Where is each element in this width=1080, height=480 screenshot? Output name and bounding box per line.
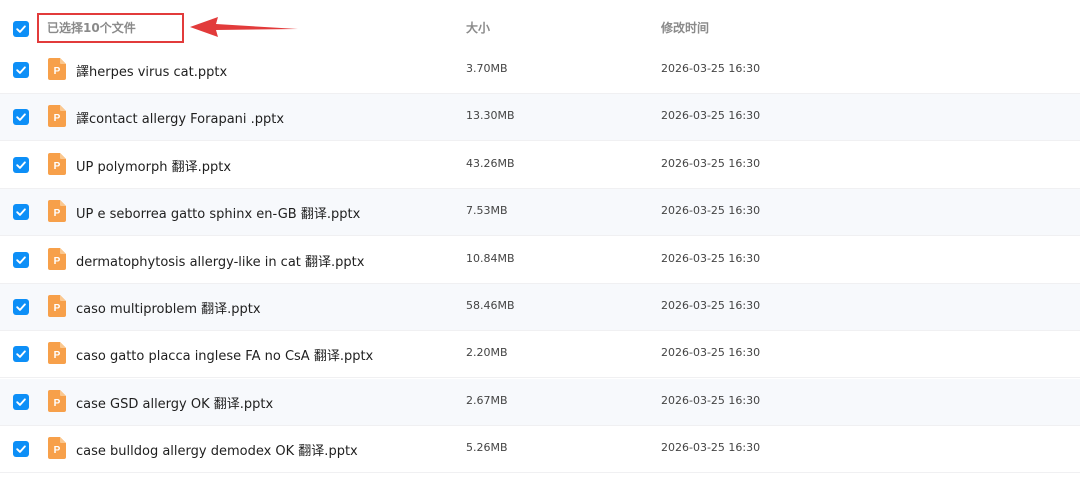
- checkmark-icon: [16, 208, 26, 216]
- checkmark-icon: [16, 25, 26, 33]
- svg-text:P: P: [54, 256, 61, 267]
- file-row[interactable]: P case bulldog allergy demodex OK 翻译.ppt…: [0, 426, 1080, 473]
- pptx-file-icon: P: [48, 437, 66, 459]
- svg-text:P: P: [54, 113, 61, 124]
- red-arrow-icon: [190, 17, 298, 37]
- checkmark-icon: [16, 161, 26, 169]
- file-name[interactable]: caso gatto placca inglese FA no CsA 翻译.p…: [76, 345, 373, 364]
- file-size: 58.46MB: [466, 299, 515, 312]
- file-size: 13.30MB: [466, 109, 515, 122]
- svg-text:P: P: [54, 208, 61, 219]
- file-modified-time: 2026-03-25 16:30: [661, 346, 761, 359]
- svg-text:P: P: [54, 66, 61, 77]
- file-row[interactable]: P UP polymorph 翻译.pptx 43.26MB 2026-03-2…: [0, 142, 1080, 189]
- file-name[interactable]: case bulldog allergy demodex OK 翻译.pptx: [76, 440, 358, 459]
- checkmark-icon: [16, 256, 26, 264]
- pptx-file-icon: P: [48, 342, 66, 364]
- file-size: 10.84MB: [466, 252, 515, 265]
- checkmark-icon: [16, 445, 26, 453]
- file-checkbox[interactable]: [13, 394, 29, 410]
- file-name[interactable]: UP polymorph 翻译.pptx: [76, 156, 231, 175]
- file-size: 5.26MB: [466, 441, 508, 454]
- svg-text:P: P: [54, 398, 61, 409]
- file-row[interactable]: P 譯contact allergy Forapani .pptx 13.30M…: [0, 94, 1080, 141]
- file-modified-time: 2026-03-25 16:30: [661, 394, 761, 407]
- pptx-file-icon: P: [48, 200, 66, 222]
- file-size: 7.53MB: [466, 204, 508, 217]
- column-header-modified[interactable]: 修改时间: [661, 19, 709, 36]
- svg-text:P: P: [54, 303, 61, 314]
- file-row[interactable]: P dermatophytosis allergy-like in cat 翻译…: [0, 237, 1080, 284]
- pptx-file-icon: P: [48, 153, 66, 175]
- highlight-box: [37, 13, 184, 43]
- file-modified-time: 2026-03-25 16:30: [661, 299, 761, 312]
- file-checkbox[interactable]: [13, 204, 29, 220]
- file-name[interactable]: dermatophytosis allergy-like in cat 翻译.p…: [76, 251, 364, 270]
- select-all-checkbox[interactable]: [13, 21, 29, 37]
- file-checkbox[interactable]: [13, 346, 29, 362]
- pptx-file-icon: P: [48, 295, 66, 317]
- file-modified-time: 2026-03-25 16:30: [661, 157, 761, 170]
- file-checkbox[interactable]: [13, 157, 29, 173]
- pptx-file-icon: P: [48, 58, 66, 80]
- file-name[interactable]: caso multiproblem 翻译.pptx: [76, 298, 261, 317]
- file-checkbox[interactable]: [13, 441, 29, 457]
- checkmark-icon: [16, 66, 26, 74]
- file-row[interactable]: P case GSD allergy OK 翻译.pptx 2.67MB 202…: [0, 379, 1080, 426]
- file-size: 2.20MB: [466, 346, 508, 359]
- file-row[interactable]: P caso gatto placca inglese FA no CsA 翻译…: [0, 331, 1080, 378]
- svg-text:P: P: [54, 350, 61, 361]
- checkmark-icon: [16, 398, 26, 406]
- file-size: 3.70MB: [466, 62, 508, 75]
- checkmark-icon: [16, 303, 26, 311]
- file-name[interactable]: UP e seborrea gatto sphinx en-GB 翻译.pptx: [76, 203, 360, 222]
- file-modified-time: 2026-03-25 16:30: [661, 62, 761, 75]
- file-modified-time: 2026-03-25 16:30: [661, 109, 761, 122]
- pptx-file-icon: P: [48, 390, 66, 412]
- file-modified-time: 2026-03-25 16:30: [661, 252, 761, 265]
- checkmark-icon: [16, 350, 26, 358]
- file-row[interactable]: P 譯herpes virus cat.pptx 3.70MB 2026-03-…: [0, 47, 1080, 94]
- file-modified-time: 2026-03-25 16:30: [661, 441, 761, 454]
- svg-text:P: P: [54, 445, 61, 456]
- checkmark-icon: [16, 113, 26, 121]
- file-row[interactable]: P UP e seborrea gatto sphinx en-GB 翻译.pp…: [0, 189, 1080, 236]
- pptx-file-icon: P: [48, 248, 66, 270]
- file-checkbox[interactable]: [13, 252, 29, 268]
- pptx-file-icon: P: [48, 105, 66, 127]
- file-name[interactable]: 譯contact allergy Forapani .pptx: [76, 108, 284, 127]
- file-checkbox[interactable]: [13, 299, 29, 315]
- file-name[interactable]: 譯herpes virus cat.pptx: [76, 61, 227, 80]
- file-size: 43.26MB: [466, 157, 515, 170]
- file-size: 2.67MB: [466, 394, 508, 407]
- file-row[interactable]: P caso multiproblem 翻译.pptx 58.46MB 2026…: [0, 284, 1080, 331]
- file-modified-time: 2026-03-25 16:30: [661, 204, 761, 217]
- file-checkbox[interactable]: [13, 109, 29, 125]
- file-checkbox[interactable]: [13, 62, 29, 78]
- column-header-size[interactable]: 大小: [466, 19, 490, 36]
- file-name[interactable]: case GSD allergy OK 翻译.pptx: [76, 393, 273, 412]
- file-list-page: 已选择10个文件 大小 修改时间 P 譯herpes virus cat.ppt…: [0, 0, 1080, 480]
- svg-text:P: P: [54, 161, 61, 172]
